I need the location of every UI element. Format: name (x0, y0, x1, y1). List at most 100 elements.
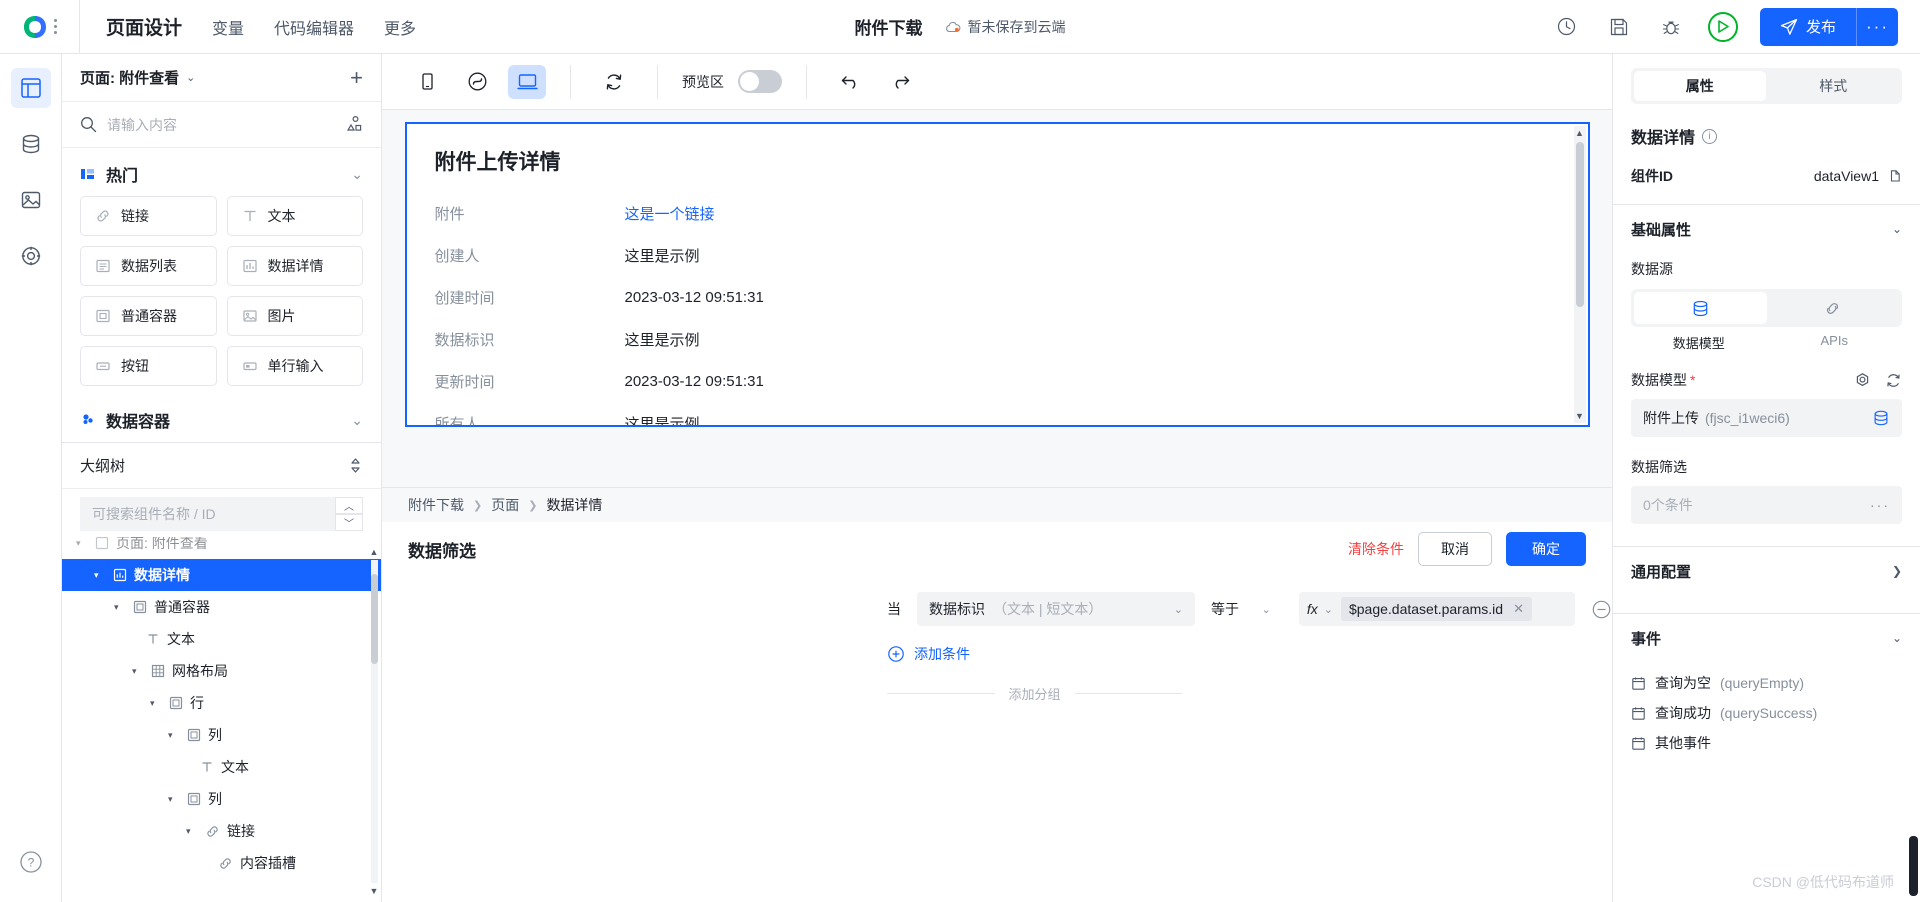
app-menu-grip-icon[interactable] (54, 19, 57, 34)
ds-tab-label-apis[interactable]: APIs (1767, 333, 1903, 352)
nav-tab-more[interactable]: 更多 (384, 15, 416, 39)
history-icon[interactable] (1552, 12, 1582, 42)
scroll-up-icon[interactable]: ▲ (1575, 128, 1584, 138)
scroll-up-icon[interactable]: ▲ (370, 547, 379, 557)
detail-row-value-link[interactable]: 这是一个链接 (625, 203, 715, 224)
tree-node-link[interactable]: ▾ 链接 (62, 815, 381, 847)
tree-node-text[interactable]: 文本 (62, 751, 381, 783)
nav-tab-code-editor[interactable]: 代码编辑器 (274, 15, 354, 39)
tree-node-grid-layout[interactable]: ▾ 网格布局 (62, 655, 381, 687)
outline-search-next-button[interactable]: ﹀ (335, 514, 363, 531)
debug-bug-icon[interactable] (1656, 12, 1686, 42)
component-card-button[interactable]: 按钮 (80, 346, 217, 386)
component-card-text[interactable]: 文本 (226, 196, 363, 236)
component-card-container[interactable]: 普通容器 (80, 296, 217, 336)
component-card-data-list[interactable]: 数据列表 (80, 246, 217, 286)
rail-item-help[interactable]: ? (11, 842, 51, 882)
mobile-icon[interactable] (408, 65, 446, 99)
tree-node-row[interactable]: ▾ 行 (62, 687, 381, 719)
more-icon[interactable]: ··· (1870, 497, 1890, 513)
chevron-down-icon[interactable]: ⌄ (1174, 603, 1183, 616)
add-group-divider[interactable]: 添加分组 (382, 684, 1612, 703)
chevron-down-icon[interactable]: ⌄ (1262, 603, 1271, 616)
rail-item-pages[interactable] (10, 68, 51, 108)
add-group-label[interactable]: 添加分组 (1009, 684, 1061, 703)
page-selector-label[interactable]: 页面: 附件查看 (80, 67, 179, 88)
event-row-other[interactable]: 其他事件 (1631, 728, 1902, 758)
tree-node-column[interactable]: ▾ 列 (62, 719, 381, 751)
rail-item-assets[interactable] (11, 180, 51, 220)
tree-node-container[interactable]: ▾ 普通容器 (62, 591, 381, 623)
section-general-config[interactable]: 通用配置 ❯ (1631, 547, 1902, 595)
component-structure-icon[interactable] (344, 115, 363, 134)
save-icon[interactable] (1604, 12, 1634, 42)
undo-icon[interactable] (831, 65, 869, 99)
outline-tree-scrollbar[interactable]: ▲ ▼ (370, 547, 379, 896)
breadcrumb-item-app[interactable]: 附件下载 (408, 495, 464, 515)
clear-conditions-button[interactable]: 清除条件 (1348, 539, 1404, 559)
caret-icon[interactable]: ▾ (94, 570, 106, 581)
data-model-field[interactable]: 附件上传 (fjsc_i1weci6) (1631, 399, 1902, 437)
caret-icon[interactable]: ▾ (168, 794, 180, 805)
caret-icon[interactable]: ▾ (150, 698, 162, 709)
scrollbar-track[interactable] (370, 560, 378, 883)
desktop-icon[interactable] (508, 64, 546, 99)
category-data-container-header[interactable]: 数据容器 ⌄ (62, 394, 381, 442)
preview-play-button[interactable] (1707, 11, 1738, 42)
refresh-icon[interactable] (1885, 372, 1902, 389)
breadcrumb-item-page[interactable]: 页面 (491, 495, 519, 515)
section-events[interactable]: 事件 ⌄ (1631, 614, 1902, 662)
tree-node-page[interactable]: ▾ 页面: 附件查看 (62, 537, 381, 559)
scrollbar-thumb[interactable] (1575, 142, 1584, 307)
data-filter-field[interactable]: 0个条件 ··· (1631, 486, 1902, 524)
tab-styles[interactable]: 样式 (1768, 71, 1900, 101)
add-page-button[interactable]: + (350, 66, 363, 89)
component-card-image[interactable]: 图片 (226, 296, 363, 336)
breadcrumb-item-component[interactable]: 数据详情 (546, 495, 602, 515)
component-card-data-detail[interactable]: 数据详情 (226, 246, 363, 286)
expand-collapse-icon[interactable] (348, 457, 363, 474)
tree-node-content-slot[interactable]: 内容插槽 (62, 847, 381, 879)
chevron-down-icon[interactable]: ⌄ (1892, 631, 1902, 645)
redo-icon[interactable] (881, 65, 919, 99)
chevron-down-icon[interactable]: ⌄ (351, 412, 363, 429)
condition-operator-select[interactable]: 等于 ⌄ (1211, 592, 1283, 626)
caret-icon[interactable]: ▾ (186, 826, 198, 837)
settings-icon[interactable] (1854, 372, 1871, 389)
tree-node-column[interactable]: ▾ 列 (62, 783, 381, 815)
canvas-selected-component[interactable]: 附件上传详情 附件 这是一个链接 创建人 这里是示例 创建时间 2023-03-… (404, 122, 1590, 427)
preview-toggle-switch[interactable] (738, 70, 782, 93)
confirm-button[interactable]: 确定 (1506, 532, 1586, 566)
condition-value-tag[interactable]: $page.dataset.params.id ✕ (1340, 597, 1532, 621)
publish-more-button[interactable]: ··· (1856, 7, 1898, 46)
ds-tab-apis[interactable] (1767, 292, 1900, 324)
properties-scrollbar[interactable] (1909, 836, 1918, 896)
remove-condition-button[interactable] (1591, 599, 1612, 620)
info-icon[interactable]: i (1702, 128, 1718, 144)
event-row-query-success[interactable]: 查询成功 (querySuccess) (1631, 698, 1902, 728)
nav-tab-variables[interactable]: 变量 (212, 15, 244, 39)
component-search-input[interactable] (107, 116, 334, 133)
caret-icon[interactable]: ▾ (76, 538, 88, 549)
chevron-down-icon[interactable]: ⌄ (1324, 603, 1333, 616)
rail-item-target[interactable] (11, 236, 51, 276)
caret-icon[interactable]: ▾ (168, 730, 180, 741)
condition-field-select[interactable]: 数据标识 （文本 | 短文本） ⌄ (917, 592, 1195, 626)
canvas-scrollbar[interactable]: ▲ ▼ (1573, 126, 1586, 423)
ds-tab-data-model[interactable] (1634, 292, 1767, 324)
component-card-single-input[interactable]: 单行输入 (226, 346, 363, 386)
tree-node-text[interactable]: 文本 (62, 623, 381, 655)
add-condition-button[interactable]: 添加条件 (382, 644, 1612, 664)
chevron-right-icon[interactable]: ❯ (1892, 564, 1902, 578)
copy-icon[interactable] (1887, 169, 1902, 184)
scroll-down-icon[interactable]: ▼ (370, 886, 379, 896)
nav-tab-page-design[interactable]: 页面设计 (106, 13, 182, 40)
ds-tab-label-data-model[interactable]: 数据模型 (1631, 333, 1767, 352)
caret-icon[interactable]: ▾ (132, 666, 144, 677)
caret-icon[interactable]: ▾ (114, 602, 126, 613)
chevron-down-icon[interactable]: ⌄ (351, 166, 363, 183)
outline-search-input[interactable] (80, 497, 335, 531)
rail-item-data[interactable] (11, 124, 51, 164)
logo-zone[interactable] (0, 0, 80, 54)
component-card-link[interactable]: 链接 (80, 196, 217, 236)
